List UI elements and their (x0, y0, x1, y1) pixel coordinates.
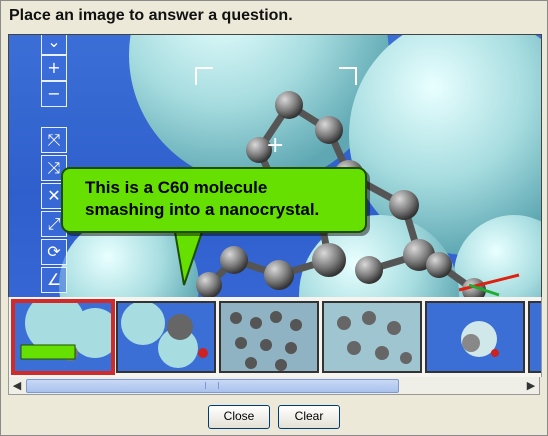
caption-text: This is a C60 molecule smashing into a n… (85, 177, 365, 221)
thumbnail-image (118, 303, 214, 371)
thumbnail-strip (8, 297, 542, 377)
molecule-image (59, 35, 541, 297)
plus-icon[interactable]: + (41, 55, 67, 81)
thumbnail-1[interactable] (13, 301, 113, 373)
view-tool-strip: ⌄ + − ⤧ ⤨ ✕ ⤢ ⟳ ∠ (39, 35, 73, 297)
thumbnail-image (324, 303, 420, 371)
thumbnail-5[interactable] (425, 301, 525, 373)
thumbnail-4[interactable] (322, 301, 422, 373)
caption-line-1: This is a C60 molecule (85, 178, 268, 197)
thumbnail-6[interactable] (528, 301, 541, 373)
thumbnail-scrollbar[interactable]: ◀ ▶ (8, 377, 540, 395)
collapse-icon[interactable]: ⌄ (41, 35, 67, 55)
image-picker-dialog: Place an image to answer a question. ⌄ +… (0, 0, 548, 436)
thumbnail-image (530, 303, 541, 371)
image-preview: ⌄ + − ⤧ ⤨ ✕ ⤢ ⟳ ∠ + This is a C60 molecu… (8, 34, 542, 298)
scroll-thumb[interactable] (26, 379, 399, 393)
grip-icon (205, 382, 219, 389)
spin-icon[interactable]: ⟳ (41, 239, 67, 265)
thumbnail-image (15, 303, 111, 371)
frame-corner-icon (195, 67, 213, 85)
thumbnail-image (427, 303, 523, 371)
arrow-left-icon[interactable]: ◀ (9, 377, 25, 394)
minus-icon[interactable]: − (41, 81, 67, 107)
crosshair-icon: + (266, 133, 285, 158)
thumbnail-3[interactable] (219, 301, 319, 373)
dialog-title: Place an image to answer a question. (9, 7, 293, 24)
thumbnail-image (221, 303, 317, 371)
caption-bubble: This is a C60 molecule smashing into a n… (61, 167, 367, 233)
angle-icon[interactable]: ∠ (41, 267, 67, 293)
caption-line-2: smashing into a nanocrystal. (85, 200, 320, 219)
rotate-x-icon[interactable]: ⤧ (41, 127, 67, 153)
close-button[interactable]: Close (208, 405, 270, 429)
frame-corner-icon (339, 67, 357, 85)
clear-button[interactable]: Clear (278, 405, 340, 429)
thumbnail-2[interactable] (116, 301, 216, 373)
arrow-right-icon[interactable]: ▶ (523, 377, 539, 394)
